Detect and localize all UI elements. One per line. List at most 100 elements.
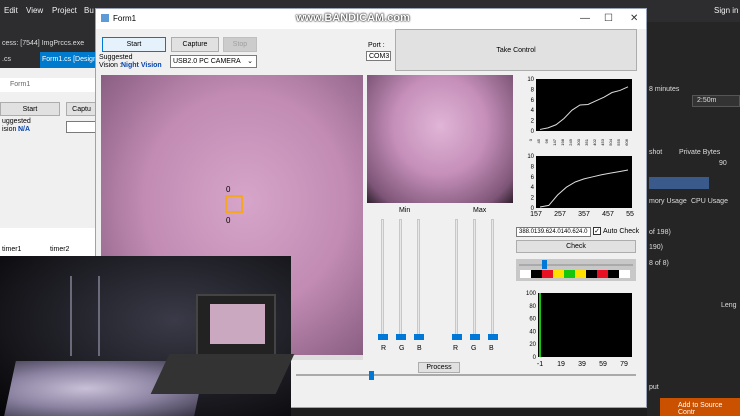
min-g-label: G: [399, 345, 405, 352]
x-tick-label: 453: [600, 138, 605, 145]
rgb-values-field[interactable]: 388.0139.624.0140.624.0: [516, 227, 591, 237]
take-control-button[interactable]: Take Control: [395, 29, 637, 71]
max-g-track[interactable]: [473, 219, 476, 339]
menu-view[interactable]: View: [26, 6, 43, 15]
x-tick-label: 504: [608, 138, 613, 145]
check-button[interactable]: Check: [516, 240, 636, 253]
camera-select[interactable]: USB2.0 PC CAMERA ⌄: [170, 55, 257, 68]
cpu-usage-tab[interactable]: CPU Usage: [691, 198, 728, 205]
tab-cs[interactable]: .cs: [2, 56, 11, 63]
laptop-screen-content: [210, 304, 265, 344]
max-b-thumb[interactable]: [488, 334, 498, 340]
max-r-thumb[interactable]: [452, 334, 462, 340]
color-scale: [516, 259, 636, 281]
color-swatch: [586, 270, 597, 278]
mini-form-titlebar: Form1: [0, 78, 97, 92]
robot-arm: [70, 276, 100, 356]
color-swatch: [597, 270, 608, 278]
chevron-down-icon: ⌄: [247, 58, 253, 65]
min-b-track[interactable]: [417, 219, 420, 339]
bottom-slider-track[interactable]: [296, 374, 636, 376]
x-tick-label: 606: [624, 138, 629, 145]
mini-start-button[interactable]: Start: [0, 102, 60, 116]
memory-usage-tab[interactable]: mory Usage: [649, 198, 687, 205]
mini-textbox[interactable]: [66, 121, 97, 133]
tracking-marker: [225, 195, 243, 213]
max-g-thumb[interactable]: [470, 334, 480, 340]
timer1-component[interactable]: timer1: [2, 246, 21, 253]
form1-titlebar: Form1 www.BANDICAM.com — ☐ ✕: [96, 9, 646, 29]
mini-capture-button[interactable]: Captu: [66, 102, 97, 116]
color-swatch: [542, 270, 553, 278]
y-tick-label: 20: [529, 342, 536, 348]
start-button[interactable]: Start: [102, 37, 166, 52]
min-g-track[interactable]: [399, 219, 402, 339]
min-b-thumb[interactable]: [414, 334, 424, 340]
hue-slider-thumb[interactable]: [542, 260, 547, 269]
private-bytes-label: Private Bytes: [679, 149, 721, 156]
diagnostic-tools-panel: 8 minutes 2:50m shot Private Bytes 90 mo…: [647, 22, 740, 416]
timer2-component[interactable]: timer2: [50, 246, 69, 253]
designer-preview: Form1 Start Captu uggested ision : N/A: [0, 68, 97, 228]
x-tick-label: 257: [554, 211, 566, 218]
laptop-screen: [196, 294, 276, 359]
webcam-overlay: [0, 256, 295, 416]
marker-top-value: 0: [226, 185, 231, 194]
menu-project[interactable]: Project: [52, 6, 77, 15]
min-r-thumb[interactable]: [378, 334, 388, 340]
process-button[interactable]: Process: [418, 362, 460, 373]
y-tick-label: 4: [531, 185, 535, 191]
y-tick-label: 0: [531, 129, 535, 135]
mini-vision-value: N/A: [18, 126, 31, 133]
component-tray: timer1 timer2: [0, 228, 97, 258]
y-tick-label: 2: [531, 119, 535, 125]
max-b-track[interactable]: [491, 219, 494, 339]
color-swatch: [520, 270, 531, 278]
suggested-vision-value: Night Vision: [121, 62, 162, 69]
count-190: 190): [649, 244, 664, 251]
min-g-thumb[interactable]: [396, 334, 406, 340]
x-tick-label: 147: [552, 138, 557, 145]
chart-2: 1086420157257357457557: [527, 154, 634, 218]
y-tick-label: 10: [527, 154, 534, 160]
maximize-icon[interactable]: ☐: [604, 13, 613, 24]
x-tick-label: 79: [620, 361, 628, 368]
x-tick-label: -1: [537, 361, 543, 368]
color-swatch: [553, 270, 564, 278]
bottom-slider-thumb[interactable]: [369, 371, 374, 380]
x-tick-label: 19: [557, 361, 565, 368]
auto-check-checkbox[interactable]: ✓: [593, 227, 601, 235]
close-icon[interactable]: ✕: [630, 13, 638, 24]
color-swatch: [619, 270, 630, 278]
capture-button[interactable]: Capture: [171, 37, 219, 52]
mini-suggested-label: uggested: [2, 118, 31, 125]
length-label: Leng: [721, 302, 737, 309]
y-tick-label: 80: [529, 304, 536, 310]
stop-button[interactable]: Stop: [223, 37, 257, 52]
menu-edit[interactable]: Edit: [4, 6, 18, 15]
count-8-of-8: 8 of 8): [649, 260, 669, 267]
add-source-control[interactable]: Add to Source Contr: [660, 398, 740, 416]
y-tick-label: 8: [531, 87, 535, 93]
y-tick-label: 10: [527, 77, 534, 83]
menu-build[interactable]: Bu: [84, 6, 94, 15]
max-r-track[interactable]: [455, 219, 458, 339]
form-title: Form1: [113, 14, 137, 23]
tab-form1-design[interactable]: Form1.cs [Design: [40, 52, 95, 68]
process-label: cess: [7544] ImgPrccs.exe: [2, 40, 85, 47]
max-b-label: B: [489, 345, 494, 352]
port-input[interactable]: COM3: [366, 51, 391, 61]
events-count: of 198): [649, 229, 671, 236]
hue-slider-track[interactable]: [519, 264, 633, 266]
minimize-icon[interactable]: —: [580, 13, 590, 24]
sign-in-link[interactable]: Sign in: [714, 6, 738, 15]
value-90: 90: [719, 160, 727, 167]
min-r-track[interactable]: [381, 219, 384, 339]
chart-3: 100806040200-1 19 39 59 79: [526, 291, 632, 368]
x-tick-label: 0: [528, 138, 533, 141]
time-value: 2:50m: [697, 97, 717, 104]
x-tick-label: 45: [536, 138, 541, 143]
output-tab[interactable]: put: [649, 384, 659, 391]
form-icon: [101, 14, 109, 22]
chart-3-plot-area: [538, 293, 632, 357]
